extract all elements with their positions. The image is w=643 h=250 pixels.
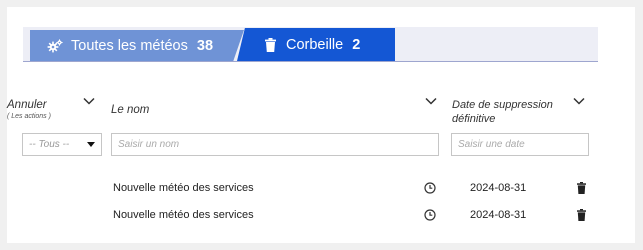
date-filter-input[interactable] [451, 133, 589, 156]
trash-icon [265, 37, 276, 52]
tab-all-weathers-label: Toutes les météos [71, 37, 188, 54]
tab-trash-count: 2 [352, 36, 361, 53]
annuler-filter-select[interactable]: -- Tous -- [22, 133, 102, 156]
caret-down-icon [87, 142, 95, 147]
name-filter-input[interactable] [111, 133, 439, 156]
chevron-down-icon[interactable] [425, 97, 437, 105]
column-header-annuler-subtitle: ( Les actions ) [7, 113, 51, 120]
column-header-nom[interactable]: Le nom [111, 104, 149, 116]
tab-trash[interactable]: Corbeille 2 [237, 28, 395, 61]
tab-all-weathers[interactable]: Toutes les météos 38 [30, 30, 244, 61]
column-header-date[interactable]: Date de suppression définitive [452, 98, 562, 126]
annuler-filter-value: -- Tous -- [29, 139, 70, 150]
row-name: Nouvelle météo des services [113, 182, 254, 194]
column-header-annuler-title: Annuler [7, 99, 47, 111]
tab-bar-underline [23, 61, 598, 62]
tab-all-weathers-count: 38 [196, 37, 214, 54]
row-deletion-date: 2024-08-31 [470, 209, 527, 221]
table-row: Nouvelle météo des services 2024-08-31 [0, 179, 643, 199]
tab-trash-label: Corbeille [286, 36, 344, 53]
clock-icon [424, 209, 436, 221]
row-deletion-date: 2024-08-31 [470, 182, 527, 194]
row-name: Nouvelle météo des services [113, 209, 254, 221]
clock-icon [424, 182, 436, 194]
table-row: Nouvelle météo des services 2024-08-31 [0, 206, 643, 226]
chevron-down-icon[interactable] [573, 97, 585, 105]
column-header-annuler[interactable]: Annuler ( Les actions ) [7, 99, 67, 121]
chevron-down-icon[interactable] [83, 97, 95, 105]
gears-icon [47, 38, 63, 53]
trash-icon[interactable] [577, 182, 586, 194]
trash-icon[interactable] [577, 209, 586, 221]
